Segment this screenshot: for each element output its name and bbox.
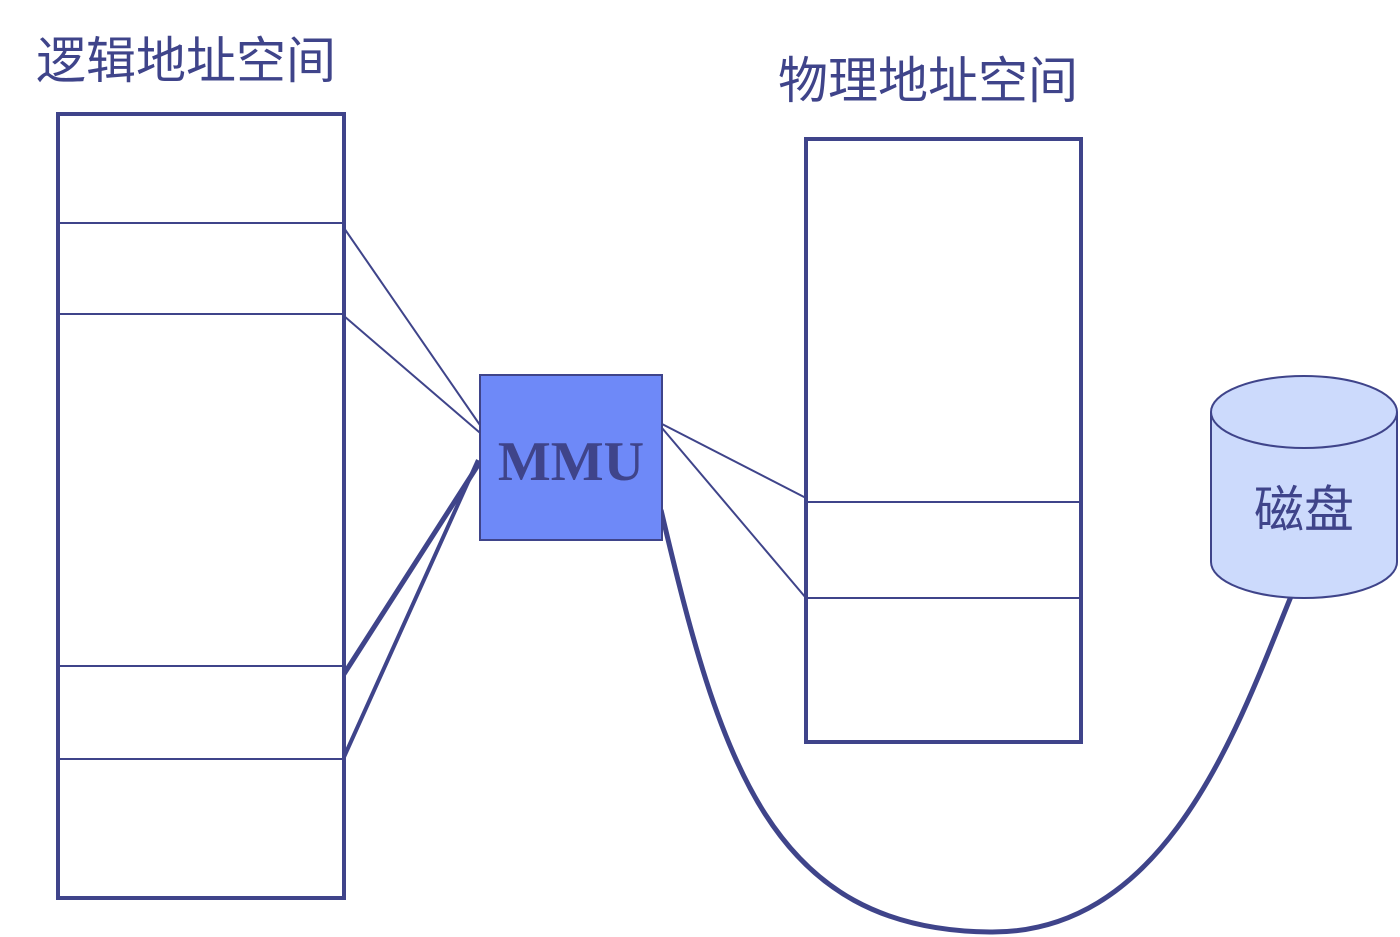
disk-cylinder: 磁盘	[1210, 375, 1398, 599]
logical-address-space-title: 逻辑地址空间	[36, 32, 336, 90]
memory-mapping-diagram: 逻辑地址空间 物理地址空间 MMU 磁盘	[36, 32, 1398, 935]
disk-label: 磁盘	[1254, 481, 1354, 539]
mmu-box: MMU	[479, 374, 663, 541]
logical-address-space	[56, 112, 346, 900]
mmu-label: MMU	[498, 431, 644, 493]
physical-address-space-title: 物理地址空间	[778, 52, 1078, 110]
mapping-lines	[341, 227, 1295, 935]
physical-address-space	[804, 137, 1083, 744]
